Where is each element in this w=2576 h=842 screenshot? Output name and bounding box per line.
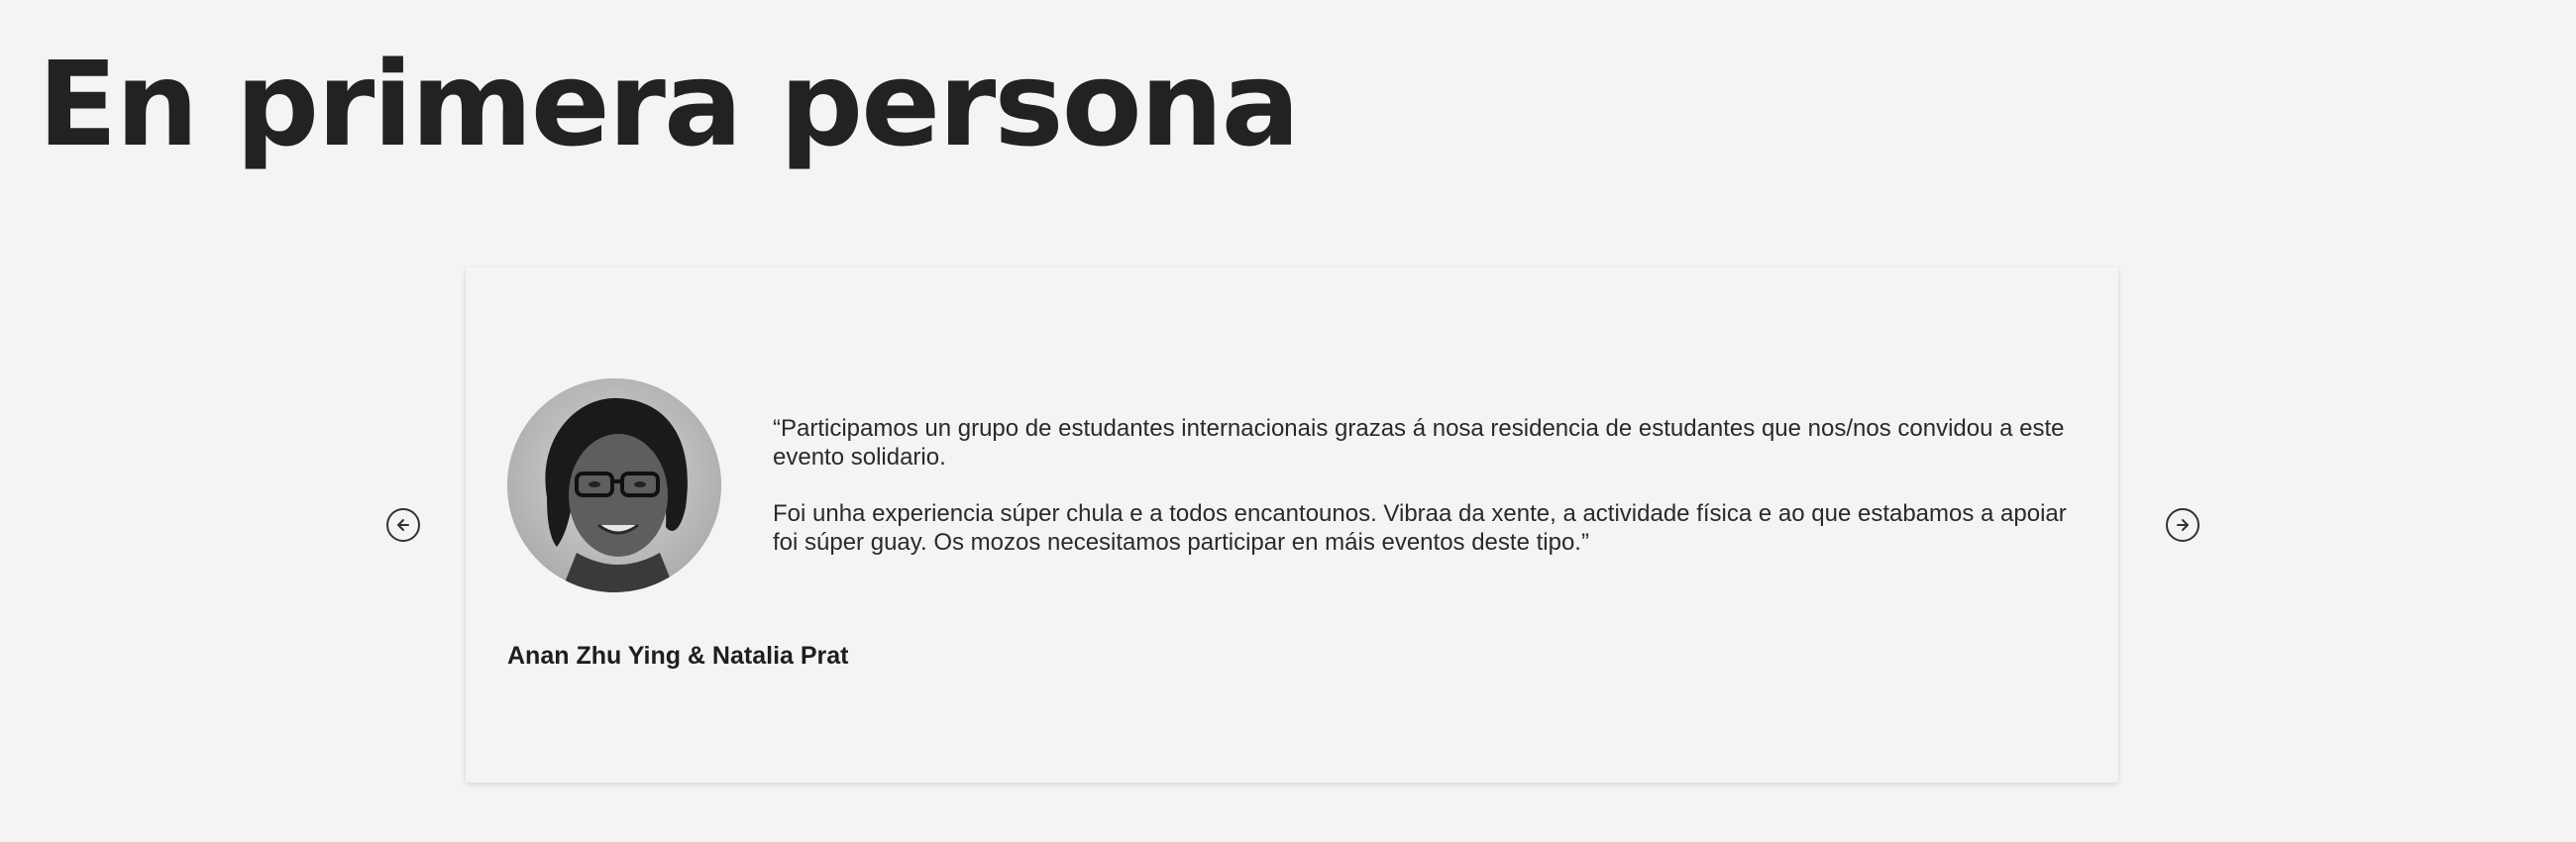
arrow-right-icon xyxy=(2177,519,2189,531)
testimonial-author: Anan Zhu Ying & Natalia Prat xyxy=(507,642,849,670)
arrow-left-icon xyxy=(397,519,409,531)
person-photo-icon xyxy=(507,378,721,592)
testimonial-carousel: “Participamos un grupo de estudantes int… xyxy=(0,0,2576,842)
quote-paragraph: “Participamos un grupo de estudantes int… xyxy=(773,415,2065,471)
next-button[interactable] xyxy=(2166,508,2200,542)
testimonial-card: “Participamos un grupo de estudantes int… xyxy=(466,267,2118,783)
previous-button[interactable] xyxy=(386,508,420,542)
testimonial-quote: “Participamos un grupo de estudantes int… xyxy=(773,414,2071,584)
avatar xyxy=(507,378,721,592)
quote-paragraph: Foi unha experiencia súper chula e a tod… xyxy=(773,500,2067,556)
